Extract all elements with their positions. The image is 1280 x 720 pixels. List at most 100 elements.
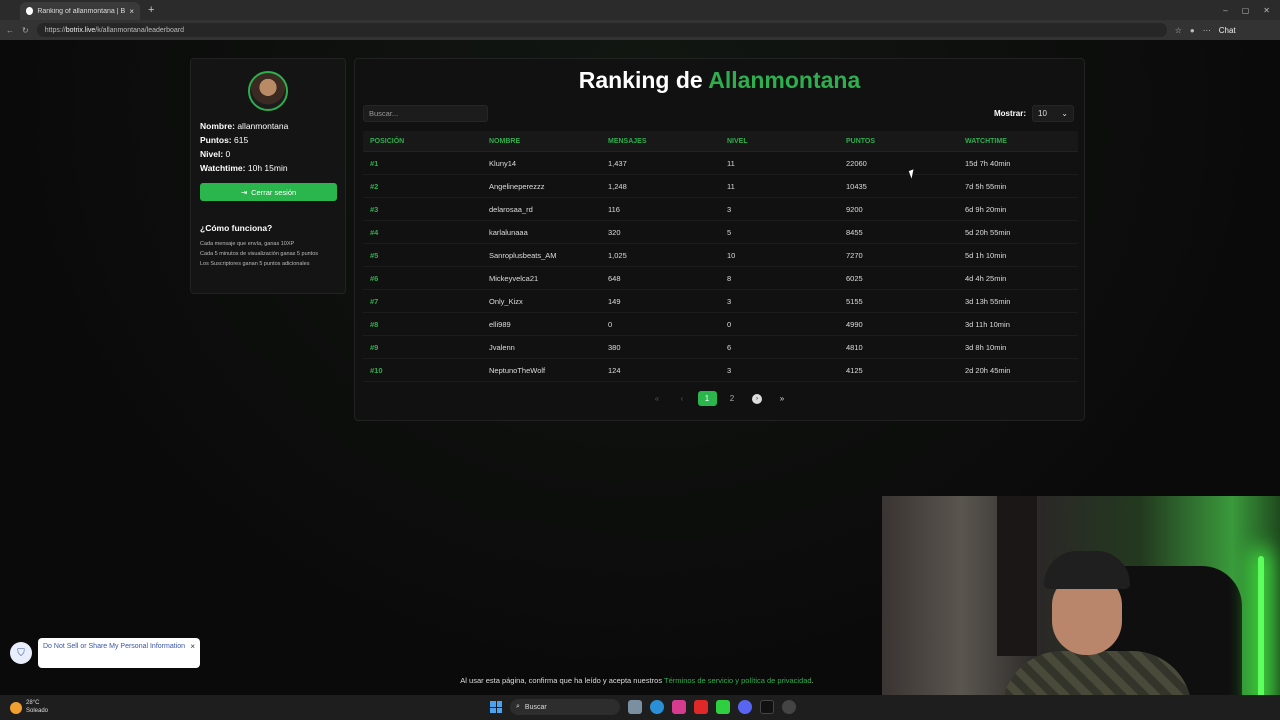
table-row: #4 karlalunaaa 320 5 8455 5d 20h 55min [363, 221, 1078, 244]
cell-messages: 0 [608, 319, 613, 329]
cell-level: 0 [727, 319, 732, 329]
app-icon[interactable] [782, 700, 796, 714]
table-row: #5 Sanroplusbeats_AM 1,025 10 7270 5d 1h 10mi… [363, 244, 1078, 267]
next-icon: › [752, 393, 762, 404]
privacy-link[interactable]: Do Not Sell or Share My Personal Informa… [38, 638, 200, 668]
search-input[interactable] [363, 105, 488, 122]
cell-points: 8455 [846, 227, 863, 237]
show-select[interactable]: 10 ⌄ [1032, 105, 1074, 122]
cell-position: #9 [370, 342, 379, 352]
table-row: #6 Mickeyvelca21 648 8 6025 4d 4h 25min [363, 267, 1078, 290]
shield-icon[interactable]: ⛉ [10, 642, 32, 664]
cell-watchtime: 2d 20h 45min [965, 365, 1011, 375]
cell-position: #1 [370, 158, 379, 168]
weather-label: Soleado [26, 707, 49, 714]
table-row: #2 Angelineperezzz 1,248 11 10435 7d 5h 55min [363, 175, 1078, 198]
table-header: POSICIÓN NOMBRE MENSAJES NIVEL PUNTOS WA… [363, 131, 1078, 152]
last-page-button[interactable]: » [773, 391, 792, 406]
maximize-icon[interactable]: ▢ [1242, 6, 1250, 15]
prev-page-button[interactable]: ‹ [673, 391, 692, 406]
leaderboard-table: POSICIÓN NOMBRE MENSAJES NIVEL PUNTOS WA… [363, 131, 1078, 382]
cell-watchtime: 6d 9h 20min [965, 204, 1007, 214]
logout-label: Cerrar sesión [251, 187, 297, 197]
youtube-icon[interactable] [694, 700, 708, 714]
windows-start-icon[interactable] [490, 701, 502, 713]
header-messages[interactable]: MENSAJES [601, 138, 720, 145]
profile-points: Puntos: 615 [200, 135, 249, 145]
next-page-button[interactable]: › [748, 391, 767, 406]
close-tab-icon[interactable]: × [129, 7, 134, 16]
first-page-button[interactable]: « [648, 391, 667, 406]
cell-watchtime: 5d 1h 10min [965, 250, 1007, 260]
back-icon[interactable]: ← [6, 26, 14, 35]
cell-messages: 124 [608, 365, 621, 375]
header-position[interactable]: POSICIÓN [363, 138, 482, 145]
profile-watchtime: Watchtime: 10h 15min [200, 163, 288, 173]
cell-level: 11 [727, 158, 735, 168]
tiktok-icon[interactable] [760, 700, 774, 714]
cell-points: 9200 [846, 204, 863, 214]
cell-position: #3 [370, 204, 379, 214]
how-it-works-title: ¿Cómo funciona? [200, 223, 273, 233]
webcam-overlay [882, 496, 1280, 720]
table-row: #9 Jvalenn 380 6 4810 3d 8h 10min [363, 336, 1078, 359]
cell-name: elli989 [489, 319, 511, 329]
terms-link[interactable]: Términos de servicio y política de priva… [664, 676, 812, 685]
weather-temp: 28°C [26, 700, 40, 707]
how-line: Los Suscriptores ganan 5 puntos adiciona… [200, 261, 310, 267]
taskbar-search-label: Buscar [524, 703, 547, 711]
table-row: #8 elli989 0 0 4990 3d 11h 10min [363, 313, 1078, 336]
bookmark-star-icon[interactable]: ☆ [1175, 26, 1182, 35]
header-points[interactable]: PUNTOS [839, 138, 958, 145]
cell-points: 22060 [846, 158, 867, 168]
pagination: « ‹ 1 2 › » [355, 391, 1084, 406]
page-1-button[interactable]: 1 [697, 391, 717, 406]
discord-icon[interactable] [738, 700, 752, 714]
menu-icon[interactable]: ⋯ [1203, 26, 1211, 35]
cell-messages: 149 [608, 296, 621, 306]
logout-button[interactable]: ⇥ Cerrar sesión [200, 183, 337, 201]
header-level[interactable]: NIVEL [720, 138, 839, 145]
window-close-icon[interactable]: ✕ [1263, 6, 1270, 15]
reload-icon[interactable]: ↻ [22, 26, 29, 35]
taskbar-search[interactable]: ⌕ Buscar [510, 699, 620, 715]
cell-level: 3 [727, 296, 732, 306]
cell-name: Sanroplusbeats_AM [489, 250, 557, 260]
new-tab-icon[interactable]: + [148, 4, 154, 16]
edge-browser-icon[interactable] [650, 700, 664, 714]
close-icon[interactable]: × [190, 641, 195, 653]
cell-position: #8 [370, 319, 379, 329]
weather-widget[interactable]: 28°C Soleado [10, 700, 48, 714]
file-explorer-icon[interactable] [628, 700, 642, 714]
cell-messages: 1,437 [608, 158, 627, 168]
url-field[interactable]: https://botrix.live/k/allanmontana/leade… [36, 23, 1167, 37]
ranking-card: Ranking de Allanmontana Mostrar: 10 ⌄ PO… [354, 58, 1085, 421]
browser-tab[interactable]: Ranking of allanmontana | BotRix × [20, 2, 140, 20]
cell-points: 7270 [846, 250, 863, 260]
cell-level: 6 [727, 342, 732, 352]
cell-name: Kluny14 [489, 158, 517, 168]
cell-name: Mickeyvelca21 [489, 273, 539, 283]
chat-button[interactable]: Chat [1219, 26, 1236, 35]
cell-points: 4810 [846, 342, 863, 352]
cell-points: 5155 [846, 296, 863, 306]
logout-icon: ⇥ [240, 187, 248, 197]
header-watchtime[interactable]: WATCHTIME [958, 138, 1077, 145]
page-2-button[interactable]: 2 [723, 391, 742, 406]
cell-name: Angelineperezzz [489, 181, 545, 191]
profile-name: Nombre: allanmontana [200, 121, 289, 131]
minimize-icon[interactable]: – [1223, 6, 1227, 15]
table-row: #7 Only_Kizx 149 3 5155 3d 13h 55min [363, 290, 1078, 313]
header-name[interactable]: NOMBRE [482, 138, 601, 145]
profile-card: Nombre: allanmontana Puntos: 615 Nivel: … [190, 58, 346, 294]
cell-messages: 648 [608, 273, 621, 283]
cell-name: karlalunaaa [489, 227, 528, 237]
url-host: botrix.live [65, 26, 96, 34]
profile-icon[interactable]: ● [1190, 26, 1195, 35]
show-value: 10 [1038, 109, 1047, 118]
cell-watchtime: 15d 7h 40min [965, 158, 1011, 168]
url-path: /k/allanmontana/leaderboard [95, 26, 185, 34]
cell-position: #5 [370, 250, 379, 260]
instagram-icon[interactable] [672, 700, 686, 714]
kick-icon[interactable] [716, 700, 730, 714]
